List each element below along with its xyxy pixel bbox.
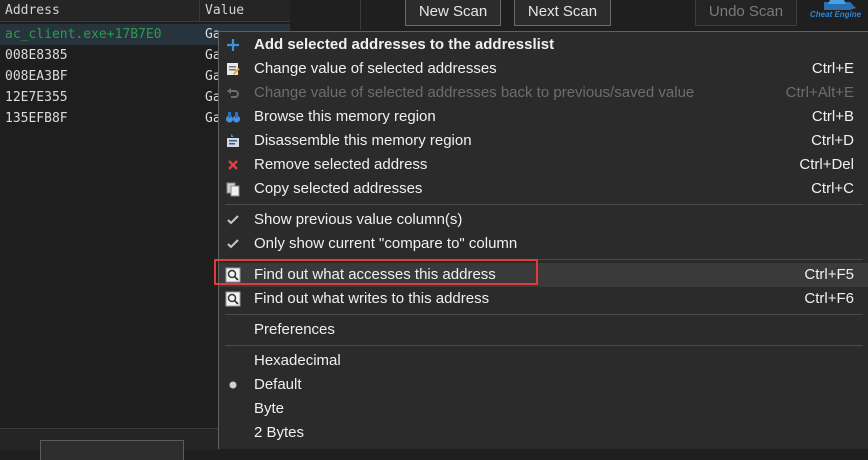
menu-item-add-to-addresslist[interactable]: Add selected addresses to the addresslis… (219, 33, 868, 57)
new-scan-button[interactable]: New Scan (405, 0, 501, 26)
edit-icon (225, 61, 241, 77)
address-cell: 135EFB8F (5, 111, 68, 126)
undo-scan-button[interactable]: Undo Scan (695, 0, 797, 26)
address-cell: ac_client.exe+17B7E0 (5, 27, 162, 42)
memory-view-button[interactable] (40, 440, 184, 460)
radio-dot-icon (225, 377, 241, 393)
value-column-header[interactable]: Value (200, 0, 290, 22)
menu-item-label: Remove selected address (254, 156, 428, 173)
menu-item-shortcut: Ctrl+Alt+E (785, 84, 854, 101)
menu-item-change-value-back[interactable]: Change value of selected addresses back … (219, 81, 868, 105)
plus-icon (225, 37, 241, 53)
menu-item-label: Preferences (254, 321, 335, 338)
menu-item-remove-address[interactable]: Remove selected address Ctrl+Del (219, 153, 868, 177)
menu-item-show-previous-value[interactable]: Show previous value column(s) (219, 208, 868, 232)
menu-item-shortcut: Ctrl+E (811, 60, 854, 77)
menu-item-only-show-compare-to[interactable]: Only show current "compare to" column (219, 232, 868, 256)
menu-item-label: Only show current "compare to" column (254, 235, 518, 252)
menu-item-preferences[interactable]: Preferences (219, 318, 868, 342)
menu-item-byte[interactable]: Byte (219, 397, 868, 421)
binoculars-icon (225, 109, 241, 125)
menu-item-label: Change value of selected addresses (254, 60, 497, 77)
menu-separator (225, 204, 863, 205)
menu-item-shortcut: Ctrl+F5 (804, 266, 854, 283)
magnifier-icon (225, 291, 241, 307)
menu-item-label: Hexadecimal (254, 352, 341, 369)
menu-item-shortcut: Ctrl+C (811, 180, 854, 197)
copy-icon (225, 181, 241, 197)
panel-divider (360, 0, 361, 30)
menu-item-disassemble[interactable]: Disassemble this memory region Ctrl+D (219, 129, 868, 153)
menu-item-shortcut: Ctrl+B (811, 108, 854, 125)
menu-item-label: Browse this memory region (254, 108, 436, 125)
menu-item-label: Default (254, 376, 302, 393)
menu-item-hexadecimal[interactable]: Hexadecimal (219, 349, 868, 373)
menu-item-copy-addresses[interactable]: Copy selected addresses Ctrl+C (219, 177, 868, 201)
undo-icon (225, 85, 241, 101)
check-icon (225, 212, 241, 228)
highlight-annotation-box (214, 259, 538, 285)
menu-item-label: Change value of selected addresses back … (254, 84, 695, 101)
menu-item-browse-memory[interactable]: Browse this memory region Ctrl+B (219, 105, 868, 129)
menu-item-label: Copy selected addresses (254, 180, 423, 197)
remove-icon (225, 157, 241, 173)
menu-item-label: Add selected addresses to the addresslis… (254, 36, 555, 53)
menu-item-label: Disassemble this memory region (254, 132, 472, 149)
address-cell: 12E7E355 (5, 90, 68, 105)
menu-item-label: Find out what writes to this address (254, 290, 490, 307)
menu-item-change-value[interactable]: Change value of selected addresses Ctrl+… (219, 57, 868, 81)
menu-item-find-what-writes[interactable]: Find out what writes to this address Ctr… (219, 287, 868, 311)
menu-item-label: Byte (254, 400, 285, 417)
menu-item-shortcut: Ctrl+Del (799, 156, 854, 173)
menu-item-2-bytes[interactable]: 2 Bytes (219, 421, 868, 445)
check-icon (225, 236, 241, 252)
address-cell: 008E8385 (5, 48, 68, 63)
menu-item-shortcut: Ctrl+D (811, 132, 854, 149)
menu-separator (225, 345, 863, 346)
next-scan-button[interactable]: Next Scan (514, 0, 611, 26)
disassemble-icon (225, 133, 241, 149)
logo-text: Cheat Engine (810, 10, 862, 19)
address-column-header[interactable]: Address (0, 0, 200, 22)
context-menu: Add selected addresses to the addresslis… (218, 31, 868, 449)
menu-item-shortcut: Ctrl+F6 (804, 290, 854, 307)
menu-item-label: 2 Bytes (254, 424, 305, 441)
menu-item-label: Show previous value column(s) (254, 211, 463, 228)
menu-item-default[interactable]: Default (219, 373, 868, 397)
address-cell: 008EA3BF (5, 69, 68, 84)
menu-separator (225, 314, 863, 315)
